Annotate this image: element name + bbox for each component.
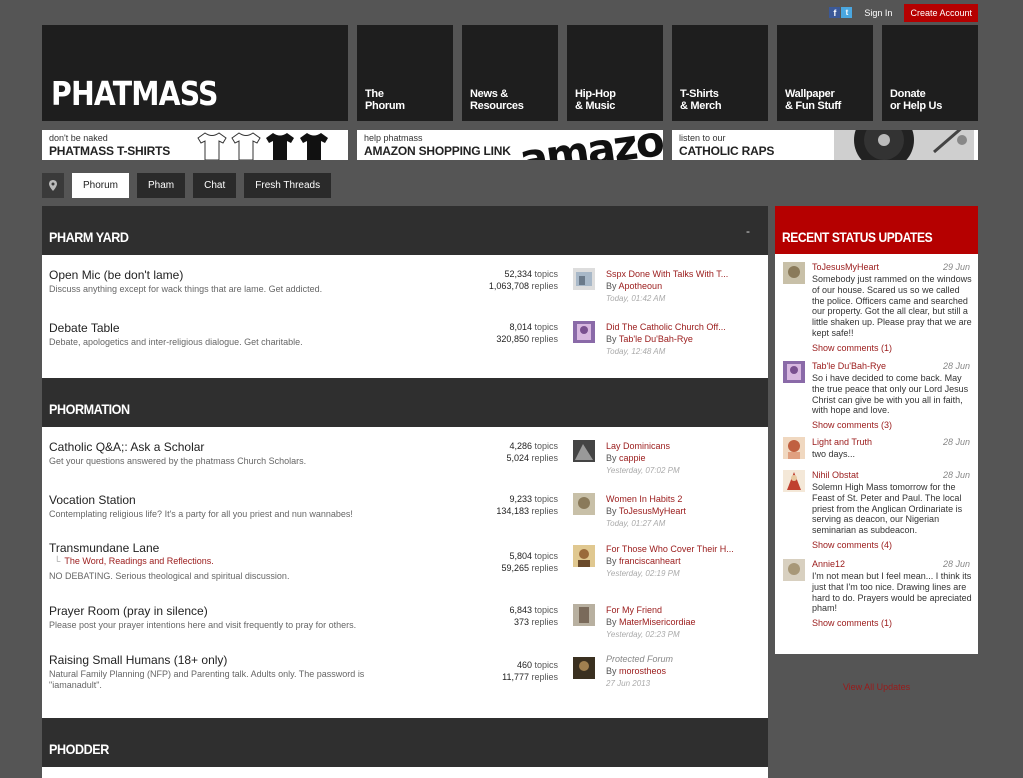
avatar[interactable] [783, 437, 805, 459]
black-shirt-icon [300, 133, 328, 160]
subforum-link[interactable]: └ The Word, Readings and Reflections. [54, 556, 214, 566]
avatar[interactable] [573, 321, 595, 343]
nav-donate[interactable]: Donate or Help Us [882, 25, 978, 121]
forum-stats: 52,334 topics 1,063,708 replies [488, 269, 558, 291]
twitter-icon[interactable]: t [841, 7, 853, 18]
forum-stats: 8,014 topics 320,850 replies [496, 322, 558, 344]
nav-wallpaper[interactable]: Wallpaper & Fun Stuff [777, 25, 873, 121]
forum-stats: 9,233 topics 134,183 replies [496, 494, 558, 516]
sidebar-body: ToJesusMyHeart 29 Jun Somebody just ramm… [775, 254, 978, 692]
recent-status-updates: RECENT STATUS UPDATES ToJesusMyHeart 29 … [775, 206, 978, 692]
collapse-toggle[interactable]: - [746, 224, 750, 238]
sign-in-link[interactable]: Sign In [864, 8, 892, 18]
forum-stats: 5,804 topics 59,265 replies [501, 551, 558, 573]
avatar[interactable] [783, 262, 805, 284]
facebook-icon[interactable]: f [829, 7, 841, 18]
avatar[interactable] [573, 440, 595, 462]
logo-text: PHATMASS [51, 74, 218, 113]
white-shirt-icon [197, 132, 227, 160]
forum-stats: 4,286 topics 5,024 replies [506, 441, 558, 463]
category-header: PHODDER [42, 718, 768, 767]
create-account-button[interactable]: Create Account [904, 3, 978, 22]
last-post: Women In Habits 2 By ToJesusMyHeart Toda… [606, 494, 686, 528]
tab-phorum[interactable]: Phorum [72, 173, 130, 198]
top-bar: f t Sign In Create Account [829, 3, 978, 22]
nav-hiphop-music[interactable]: Hip-Hop & Music [567, 25, 663, 121]
avatar[interactable] [783, 559, 805, 581]
category-header: PHARM YARD - [42, 206, 768, 255]
category-body: Catholic Q&A;: Ask a Scholar Get your qu… [42, 427, 768, 718]
avatar[interactable] [573, 493, 595, 515]
nav-tshirts-merch[interactable]: T-Shirts & Merch [672, 25, 768, 121]
category-body: Open Mic (be don't lame) Discuss anythin… [42, 255, 768, 378]
last-post: Did The Catholic Church Off... By Tab'le… [606, 322, 726, 356]
catholic-raps-banner[interactable]: listen to our CATHOLIC RAPS [672, 130, 978, 160]
site-logo[interactable]: PHATMASS [42, 25, 348, 121]
last-post: Protected Forum By morostheos 27 Jun 201… [606, 654, 674, 688]
tab-pham[interactable]: Pham [137, 173, 186, 198]
black-shirt-icon [266, 133, 294, 160]
forum-stats: 6,843 topics 373 replies [509, 605, 558, 627]
avatar[interactable] [573, 657, 595, 679]
category-body [42, 767, 768, 778]
amazon-logo: amazon [516, 130, 663, 160]
avatar[interactable] [573, 604, 595, 626]
sidebar-header: RECENT STATUS UPDATES [775, 206, 978, 254]
turntable-icon [814, 130, 974, 160]
view-all-updates-link[interactable]: View All Updates [775, 682, 978, 692]
map-pin-icon[interactable] [42, 173, 64, 198]
social-links: f t [829, 7, 853, 18]
tab-fresh-threads[interactable]: Fresh Threads [244, 173, 332, 198]
last-post: Lay Dominicans By cappie Yesterday, 07:0… [606, 441, 680, 475]
avatar[interactable] [573, 545, 595, 567]
amazon-banner[interactable]: help phatmass AMAZON SHOPPING LINK amazo… [357, 130, 663, 160]
category-header: PHORMATION [42, 378, 768, 427]
last-post: For Those Who Cover Their H... By franci… [606, 544, 734, 578]
white-shirt-icon [231, 132, 261, 160]
sub-navigation: Phorum Pham Chat Fresh Threads [42, 173, 332, 198]
tab-chat[interactable]: Chat [193, 173, 237, 198]
forum-stats: 460 topics 11,777 replies [502, 660, 558, 682]
last-post: Sspx Done With Talks With T... By Apothe… [606, 269, 729, 303]
nav-news-resources[interactable]: News & Resources [462, 25, 558, 121]
tshirts-banner[interactable]: don't be naked PHATMASS T-SHIRTS [42, 130, 348, 160]
last-post: For My Friend By MaterMisericordiae Yest… [606, 605, 696, 639]
nav-phorum[interactable]: The Phorum [357, 25, 453, 121]
avatar[interactable] [783, 470, 805, 492]
avatar[interactable] [783, 361, 805, 383]
avatar[interactable] [573, 268, 595, 290]
